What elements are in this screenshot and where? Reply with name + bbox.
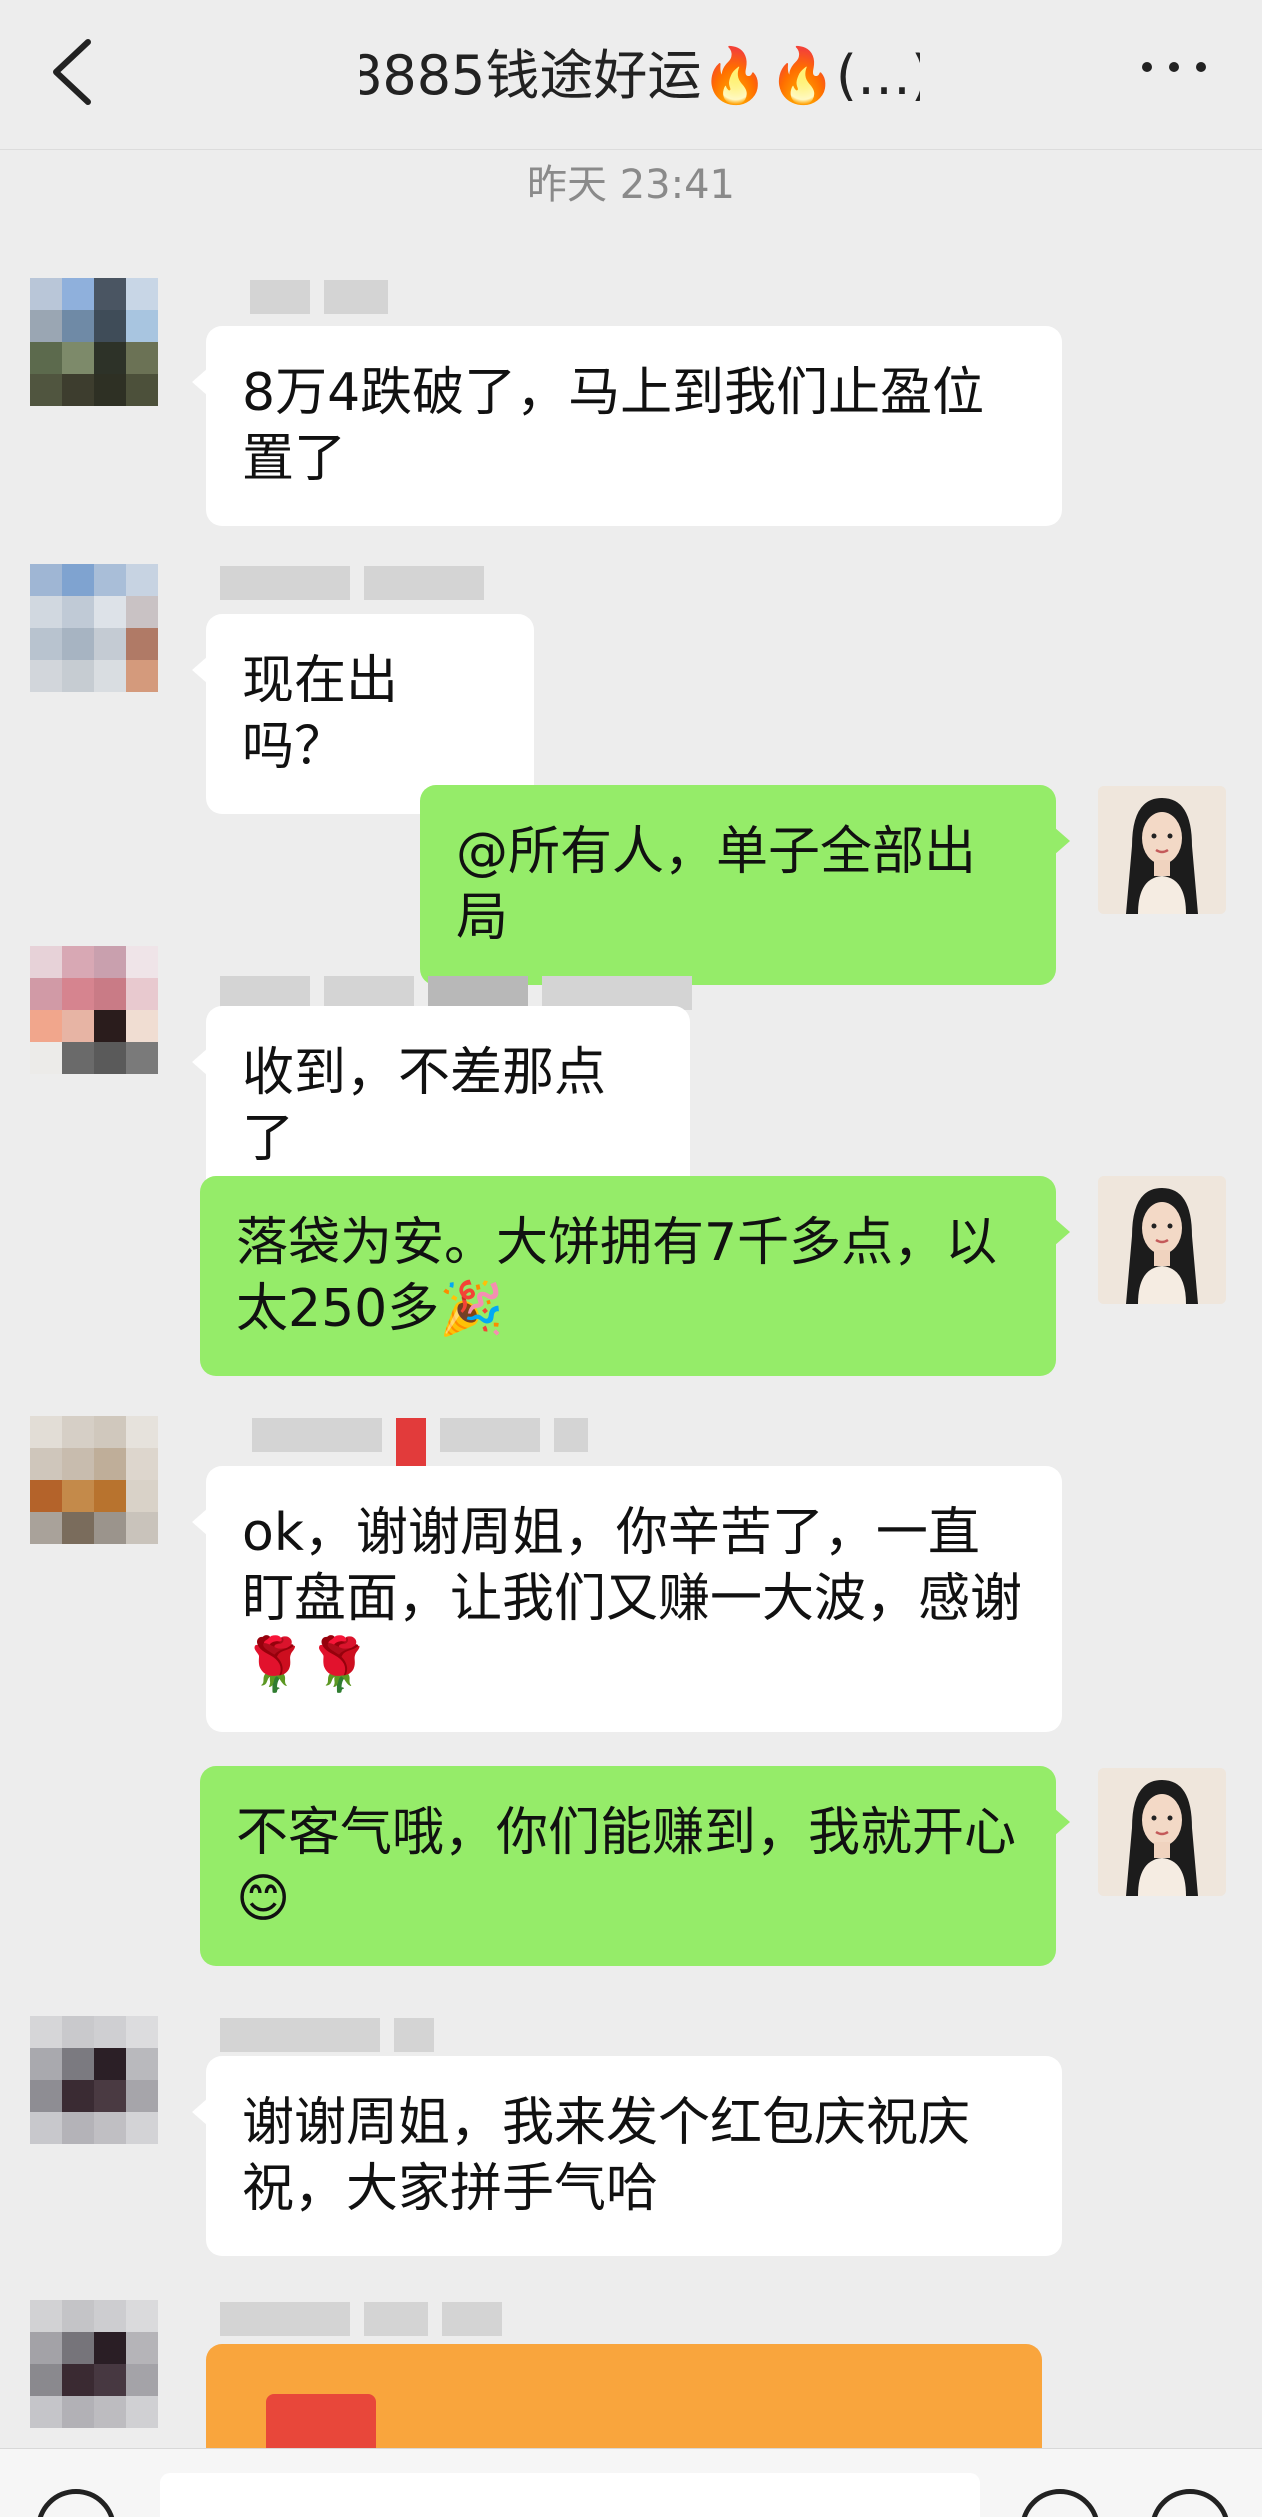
- message-bubble[interactable]: @所有人，单子全部出局: [420, 785, 1070, 985]
- message-text: 现在出吗？: [242, 651, 399, 777]
- avatar[interactable]: [1098, 1768, 1226, 1896]
- sender-name: [220, 976, 692, 1010]
- message-text: 谢谢周姐，我来发个红包庆祝庆祝，大家拼手气哈: [242, 2093, 971, 2219]
- sender-name: [220, 2302, 502, 2336]
- plus-icon[interactable]: [1150, 2489, 1230, 2517]
- emoji-icon[interactable]: [1020, 2489, 1100, 2517]
- message-bubble[interactable]: 8万4跌破了，马上到我们止盈位置了: [192, 326, 1062, 526]
- message-text: ok，谢谢周姐，你辛苦了，一直盯盘面，让我们又赚一大波，感谢🌹🌹: [242, 1503, 1023, 1695]
- message-text: 8万4跌破了，马上到我们止盈位置了: [242, 363, 985, 489]
- avatar[interactable]: [30, 2300, 158, 2428]
- avatar[interactable]: [1098, 786, 1226, 914]
- avatar[interactable]: [30, 2016, 158, 2144]
- avatar[interactable]: [30, 946, 158, 1074]
- message-text: 收到，不差那点了: [242, 1043, 607, 1169]
- avatar[interactable]: [30, 564, 158, 692]
- chat-title-text: 8885钱途好运🔥🔥(…): [360, 43, 920, 107]
- message-text: 落袋为安。大饼拥有7千多点，以太250多🎉: [236, 1213, 998, 1339]
- chat-title: 8885钱途好运🔥🔥(…): [360, 30, 920, 110]
- chat-header: 8885钱途好运🔥🔥(…): [0, 0, 1262, 150]
- back-chevron-icon[interactable]: [40, 32, 110, 112]
- user-portrait-icon: [1098, 1768, 1226, 1896]
- message-bubble[interactable]: 落袋为安。大饼拥有7千多点，以太250多🎉: [200, 1176, 1070, 1376]
- user-portrait-icon: [1098, 1176, 1226, 1304]
- user-portrait-icon: [1098, 786, 1226, 914]
- sender-name: [250, 280, 388, 314]
- voice-icon[interactable]: [36, 2489, 116, 2517]
- more-dots-icon[interactable]: [1142, 55, 1206, 79]
- sender-name: [220, 2018, 434, 2052]
- message-input[interactable]: [160, 2473, 980, 2517]
- avatar[interactable]: [1098, 1176, 1226, 1304]
- message-bubble[interactable]: ok，谢谢周姐，你辛苦了，一直盯盘面，让我们又赚一大波，感谢🌹🌹: [192, 1466, 1062, 1732]
- input-bar: [0, 2448, 1262, 2517]
- message-bubble[interactable]: 现在出吗？: [192, 614, 534, 814]
- message-timestamp: 昨天 23:41: [527, 162, 735, 208]
- sender-name: [252, 1418, 588, 1468]
- message-text: @所有人，单子全部出局: [456, 822, 977, 948]
- message-bubble[interactable]: 谢谢周姐，我来发个红包庆祝庆祝，大家拼手气哈: [192, 2056, 1062, 2256]
- message-bubble[interactable]: 不客气哦，你们能赚到，我就开心😊: [200, 1766, 1070, 1966]
- sender-name: [220, 566, 484, 600]
- message-text: 不客气哦，你们能赚到，我就开心😊: [236, 1803, 1017, 1929]
- avatar[interactable]: [30, 1416, 158, 1544]
- avatar[interactable]: [30, 278, 158, 406]
